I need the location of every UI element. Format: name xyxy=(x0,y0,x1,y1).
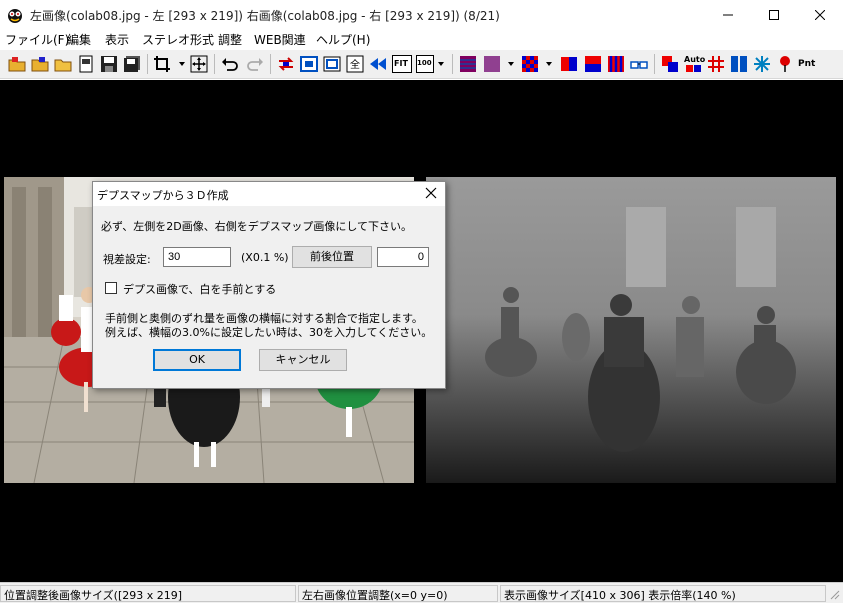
auto-red-swatch xyxy=(686,65,693,72)
zoom-label: 100 xyxy=(417,59,432,67)
status-position-adjust: 左右画像位置調整(x=0 y=0) xyxy=(298,585,498,602)
parallax-unit: (X0.1 %) xyxy=(241,251,289,264)
side-by-side-icon[interactable] xyxy=(560,55,578,73)
minimize-icon xyxy=(723,14,733,15)
pnt-label: Pnt xyxy=(798,59,816,69)
window-title: 左画像(colab08.jpg - 左 [293 x 219]) 右画像(col… xyxy=(30,9,500,23)
auto-adjust-button[interactable]: Auto xyxy=(684,55,706,73)
toolbar: 全 FIT 100 Auto Pnt xyxy=(0,50,843,79)
fit-button[interactable]: FIT xyxy=(392,55,412,73)
pin-icon[interactable] xyxy=(776,55,794,73)
parallax-input[interactable] xyxy=(163,247,231,267)
white-front-label: デプス画像で、白を手前とする xyxy=(123,283,277,296)
note-line-2: 例えば、横幅の3.0%に設定したい時は、30を入力してください。 xyxy=(105,326,433,339)
toolbar-separator xyxy=(214,54,215,74)
auto-label: Auto xyxy=(684,55,706,64)
instruction-text: 必ず、左側を2D画像、右側をデプスマップ画像にして下さい。 xyxy=(101,220,413,233)
single-view-icon[interactable] xyxy=(300,55,318,73)
maximize-button[interactable] xyxy=(751,0,797,29)
open-pair-icon[interactable] xyxy=(54,55,72,73)
menu-stereo-format[interactable]: ステレオ形式 xyxy=(142,31,214,48)
close-icon xyxy=(815,9,825,20)
grid-icon[interactable] xyxy=(707,55,725,73)
resize-grip-icon[interactable] xyxy=(828,588,840,600)
parallax-label: 視差設定: xyxy=(103,253,151,266)
menu-file[interactable]: ファイル(F) xyxy=(5,31,69,48)
fullscreen-icon[interactable]: 全 xyxy=(346,55,364,73)
save-icon[interactable] xyxy=(100,55,118,73)
maximize-icon xyxy=(769,9,779,20)
dialog-title: デプスマップから３Ｄ作成 xyxy=(97,189,229,202)
front-back-input[interactable] xyxy=(377,247,429,267)
title-bar: 左画像(colab08.jpg - 左 [293 x 219]) 右画像(col… xyxy=(0,0,843,29)
menu-web[interactable]: WEB関連 xyxy=(254,31,306,48)
print-button[interactable]: Pnt xyxy=(797,55,819,73)
ok-button[interactable]: OK xyxy=(153,349,241,371)
menu-bar: ファイル(F) 編集 表示 ステレオ形式 調整 WEB関連 ヘルプ(H) xyxy=(0,29,843,49)
save-all-icon[interactable] xyxy=(123,55,141,73)
right-depth-image[interactable] xyxy=(426,177,836,483)
cancel-button[interactable]: キャンセル xyxy=(259,349,347,371)
checker-icon[interactable] xyxy=(521,55,539,73)
color-adjust-icon[interactable] xyxy=(661,55,679,73)
anaglyph-color-icon[interactable] xyxy=(483,55,501,73)
zoom-dropdown-icon[interactable] xyxy=(438,62,444,66)
rewind-icon[interactable] xyxy=(369,55,387,73)
frame-view-icon[interactable] xyxy=(323,55,341,73)
open-folder-right-icon[interactable] xyxy=(31,55,49,73)
glasses-icon[interactable] xyxy=(630,55,648,73)
swap-lr-icon[interactable] xyxy=(277,55,295,73)
toolbar-separator xyxy=(452,54,453,74)
anaglyph-lines-icon[interactable] xyxy=(459,55,477,73)
svg-text:全: 全 xyxy=(350,58,360,71)
checker-dropdown-icon[interactable] xyxy=(546,62,552,66)
open-folder-icon[interactable] xyxy=(8,55,26,73)
status-display-size: 表示画像サイズ[410 x 306] 表示倍率(140 %) xyxy=(500,585,826,602)
split-view-icon[interactable] xyxy=(730,55,748,73)
undo-icon[interactable] xyxy=(221,55,239,73)
move-icon[interactable] xyxy=(190,55,208,73)
toolbar-separator xyxy=(147,54,148,74)
crop-icon[interactable] xyxy=(153,55,171,73)
status-adjusted-size: 位置調整後画像サイズ([293 x 219] xyxy=(0,585,296,602)
minimize-button[interactable] xyxy=(705,0,751,29)
white-front-checkbox[interactable] xyxy=(105,282,117,294)
document-icon[interactable] xyxy=(77,55,95,73)
dialog-title-bar: デプスマップから３Ｄ作成 xyxy=(93,182,445,206)
app-logo-icon xyxy=(8,9,22,23)
toolbar-separator xyxy=(270,54,271,74)
menu-adjust[interactable]: 調整 xyxy=(218,31,242,48)
auto-blue-swatch xyxy=(694,65,701,72)
fit-label: FIT xyxy=(394,59,408,68)
menu-edit[interactable]: 編集 xyxy=(67,31,91,48)
menu-help[interactable]: ヘルプ(H) xyxy=(316,31,370,48)
close-button[interactable] xyxy=(797,0,843,29)
snowflake-icon[interactable] xyxy=(753,55,771,73)
image-workspace: デプスマップから３Ｄ作成 必ず、左側を2D画像、右側をデプスマップ画像にして下さ… xyxy=(0,80,843,582)
interlace-icon[interactable] xyxy=(607,55,625,73)
redo-icon[interactable] xyxy=(246,55,264,73)
over-under-icon[interactable] xyxy=(584,55,602,73)
crop-dropdown-icon[interactable] xyxy=(179,62,185,66)
zoom-100-button[interactable]: 100 xyxy=(416,55,434,73)
depth-to-3d-dialog: デプスマップから３Ｄ作成 必ず、左側を2D画像、右側をデプスマップ画像にして下さ… xyxy=(92,181,446,389)
front-back-position-button[interactable]: 前後位置 xyxy=(292,246,372,268)
dialog-close-icon[interactable] xyxy=(423,185,439,201)
status-bar: 位置調整後画像サイズ([293 x 219] 左右画像位置調整(x=0 y=0)… xyxy=(0,582,843,603)
toolbar-separator xyxy=(654,54,655,74)
anaglyph-dropdown-icon[interactable] xyxy=(508,62,514,66)
menu-view[interactable]: 表示 xyxy=(105,31,129,48)
